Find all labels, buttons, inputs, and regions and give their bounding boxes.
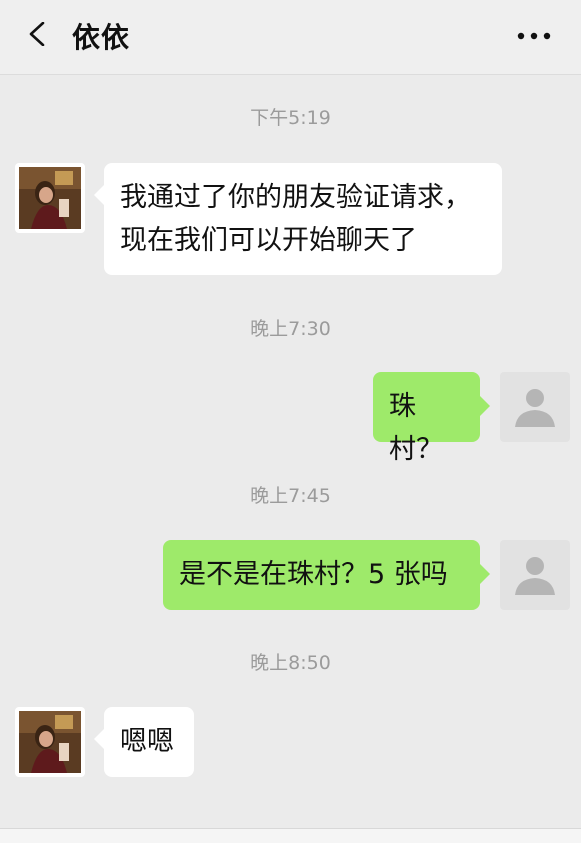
chat-header: 依依 [0,0,581,75]
message-timestamp: 下午5:19 [250,107,331,129]
chat-title: 依依 [72,21,131,54]
message-text-line: 珠村？ [389,391,443,465]
my-avatar[interactable] [500,540,570,610]
message-bubble-me[interactable]: 珠村？ [373,372,490,465]
message-bubble-me[interactable]: 是不是在珠村？5 张吗 [163,540,490,610]
contact-photo-icon [15,707,85,777]
message-timestamp: 晚上7:30 [250,318,331,340]
message-bubble-contact[interactable]: 嗯嗯 [94,707,194,777]
message-timestamp: 晚上8:50 [250,652,331,674]
message-bubble-contact[interactable]: 我通过了你的朋友验证请求， 现在我们可以开始聊天了 [94,163,502,275]
user-silhouette-icon [515,557,555,595]
more-dots-icon[interactable] [517,32,551,40]
message-text-line: 现在我们可以开始聊天了 [120,225,417,256]
contact-avatar[interactable] [15,707,85,777]
message-text-line: 嗯嗯 [120,726,174,757]
chat-screen: 依依 下午5:19 我通过了你的朋友验证请求， 现在我们可以开始聊天了 晚上7:… [0,0,581,843]
my-avatar[interactable] [500,372,570,442]
contact-photo-icon [15,163,85,233]
message-text-line: 我通过了你的朋友验证请求， [120,182,471,213]
message-text-line: 是不是在珠村？5 张吗 [179,559,448,590]
chevron-left-icon[interactable] [26,22,50,46]
message-timestamp: 晚上7:45 [250,485,331,507]
input-bar [0,828,581,843]
user-silhouette-icon [515,389,555,427]
contact-avatar[interactable] [15,163,85,233]
